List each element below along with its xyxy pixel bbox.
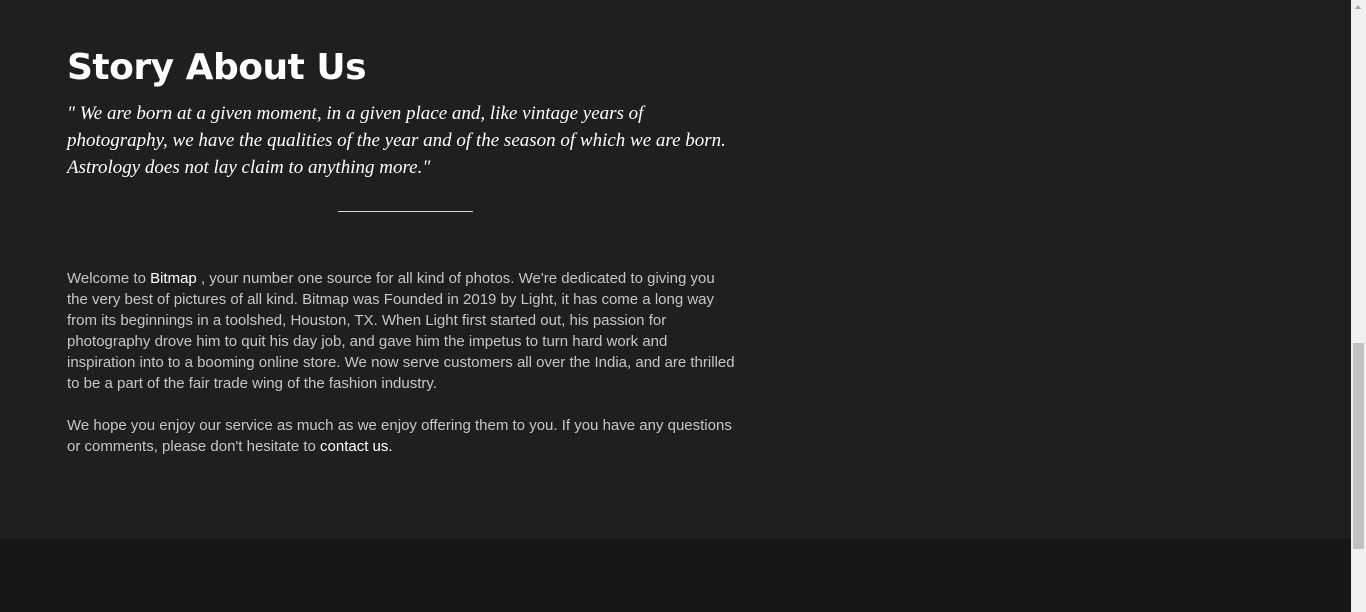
story-text: Welcome to Bitmap , your number one sour… — [67, 268, 735, 478]
page: Story About Us " We are born at a given … — [0, 0, 1366, 612]
scroll-up-arrow-icon[interactable] — [1351, 0, 1366, 15]
contact-text: We hope you enjoy our service as much as… — [67, 417, 732, 455]
contact-us-link[interactable]: contact us. — [320, 438, 393, 455]
story-paragraph-contact: We hope you enjoy our service as much as… — [67, 415, 735, 457]
story-quote: " We are born at a given moment, in a gi… — [67, 103, 726, 178]
story-block: Story About Us " We are born at a given … — [67, 44, 747, 455]
about-section: Story About Us " We are born at a given … — [0, 0, 1351, 538]
footer — [0, 538, 1351, 612]
brand-link[interactable]: Bitmap — [150, 270, 197, 287]
quote-divider — [338, 211, 473, 212]
scrollbar-thumb[interactable] — [1353, 343, 1364, 549]
page-title: Story About Us — [67, 47, 367, 88]
welcome-prefix: Welcome to — [67, 270, 151, 287]
story-paragraph-welcome: Welcome to Bitmap , your number one sour… — [67, 268, 735, 394]
vertical-scrollbar[interactable] — [1351, 0, 1366, 612]
welcome-body: , your number one source for all kind of… — [67, 270, 735, 392]
